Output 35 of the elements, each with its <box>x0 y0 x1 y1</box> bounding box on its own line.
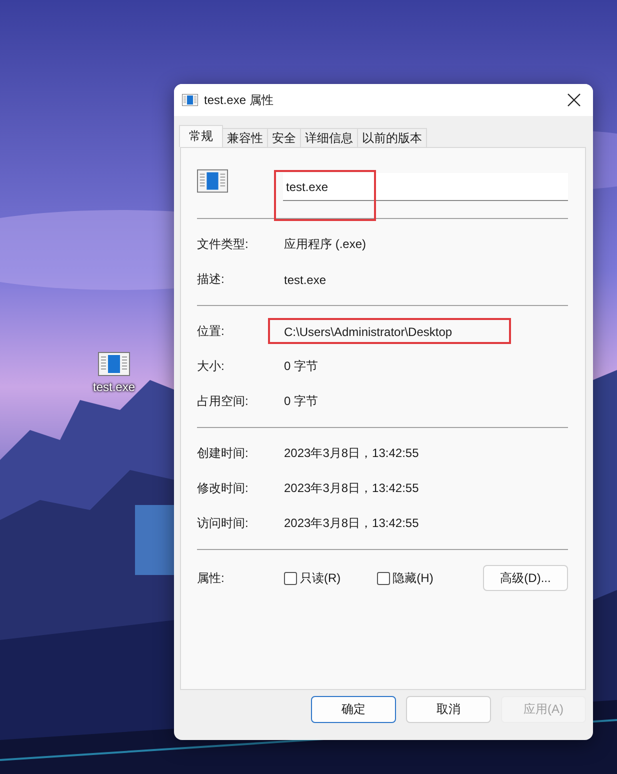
field-label: 属性: <box>197 570 226 586</box>
dialog-button[interactable]: 取消 <box>406 696 491 723</box>
checkbox[interactable] <box>376 572 390 584</box>
window-title: test.exe 属性 <box>204 92 274 108</box>
program-icon <box>98 352 130 376</box>
field-value: C:\Users\Administrator\Desktop <box>284 324 452 338</box>
close-icon <box>567 93 581 107</box>
field-label: 位置: <box>197 323 226 340</box>
checkbox-label[interactable]: 隐藏(H) <box>392 570 434 586</box>
field-value: test.exe <box>284 272 326 286</box>
field-value: 应用程序 (.exe) <box>284 236 366 253</box>
field-label: 访问时间: <box>197 515 250 532</box>
field-value: 2023年3月8日，13:42:55 <box>284 480 419 497</box>
field-value: 0 字节 <box>284 358 318 375</box>
field-label: 文件类型: <box>197 236 250 253</box>
tab[interactable]: 常规 <box>179 125 223 147</box>
field-label: 修改时间: <box>197 480 250 497</box>
program-icon <box>197 169 228 193</box>
field-value: 2023年3月8日，13:42:55 <box>284 515 419 532</box>
tab[interactable]: 兼容性 <box>222 128 268 147</box>
field-label: 大小: <box>197 358 226 375</box>
checkbox[interactable] <box>284 572 297 584</box>
field-label: 描述: <box>197 271 226 288</box>
field-value: 2023年3月8日，13:42:55 <box>284 445 419 462</box>
dialog-button[interactable]: 确定 <box>311 696 396 723</box>
tab[interactable]: 安全 <box>267 128 301 147</box>
tab[interactable]: 详细信息 <box>300 128 358 147</box>
advanced-button[interactable]: 高级(D)... <box>483 565 568 591</box>
field-label: 占用空间: <box>197 393 250 410</box>
field-label: 创建时间: <box>197 445 250 462</box>
field-value: 0 字节 <box>284 393 318 410</box>
tab[interactable]: 以前的版本 <box>357 128 427 147</box>
checkbox-label[interactable]: 只读(R) <box>300 570 341 586</box>
name-field[interactable]: test.exe <box>283 173 568 201</box>
program-icon <box>182 94 198 106</box>
